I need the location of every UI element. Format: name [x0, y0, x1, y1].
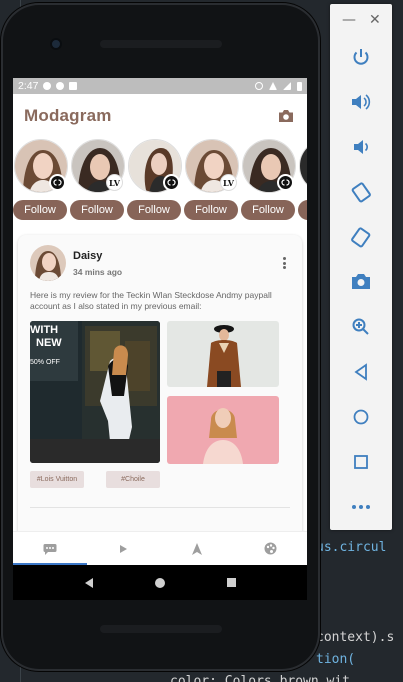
post-image-storefront[interactable]: WITH NEW 50% OFF — [30, 321, 160, 463]
person-photo — [30, 245, 66, 281]
chanel-icon — [167, 179, 176, 186]
system-navigation-bar — [13, 565, 307, 600]
rotate-right-button[interactable] — [330, 222, 392, 252]
camera-icon — [279, 110, 293, 122]
post-author-name[interactable]: Daisy — [73, 250, 102, 262]
chanel-icon — [281, 179, 290, 186]
play-icon — [120, 544, 128, 553]
back-button[interactable] — [330, 357, 392, 387]
screenshot-button[interactable] — [330, 266, 392, 296]
front-camera — [50, 38, 62, 50]
code-line: color: Colors.brown.wit — [170, 674, 350, 682]
code-text: tion( — [316, 652, 356, 667]
app-bar: Modagram — [13, 94, 307, 138]
post-image-coat[interactable] — [167, 321, 279, 387]
code-text: context).s — [316, 630, 395, 645]
code-line: us.circul — [316, 540, 386, 555]
post-timestamp: 34 mins ago — [73, 267, 123, 277]
follow-button[interactable]: Follow — [127, 200, 181, 220]
follow-button[interactable]: Follow — [70, 200, 124, 220]
follow-button[interactable] — [298, 200, 307, 220]
home-circle-icon[interactable] — [154, 577, 166, 589]
follow-button[interactable]: Follow — [184, 200, 238, 220]
emulator-toolbar: — ✕ — [330, 4, 392, 530]
post-body-text: Here is my review for the Teckin Wlan St… — [30, 290, 272, 311]
follow-button[interactable]: Follow — [13, 200, 67, 220]
stories-row: Follow LV Follow Follow LV Follow Follow — [13, 138, 307, 224]
overview-square-icon — [354, 455, 368, 469]
palette-icon — [264, 542, 277, 555]
promo-line: NEW — [36, 337, 62, 349]
brand-badge-louis-vuitton: LV — [106, 174, 123, 191]
back-triangle-icon — [354, 363, 367, 381]
author-avatar[interactable] — [30, 245, 66, 281]
code-line: tion( — [316, 652, 355, 667]
more-button[interactable] — [330, 492, 392, 522]
chanel-icon — [53, 179, 62, 186]
home-circle-icon — [353, 409, 369, 425]
zoom-button[interactable] — [330, 312, 392, 342]
power-icon — [353, 49, 369, 65]
power-button[interactable] — [330, 42, 392, 72]
code-text: color: Colors.brown.wit — [170, 674, 351, 682]
pink-photo — [167, 396, 279, 464]
more-dots-icon — [352, 505, 370, 509]
story-avatar[interactable] — [299, 139, 307, 193]
promo-text: WITH NEW 50% OFF — [30, 324, 62, 369]
hashtag-chip[interactable]: #Choile — [106, 471, 160, 488]
volume-up-button[interactable] — [330, 87, 392, 117]
mute-icon — [255, 82, 263, 90]
signal-icon — [283, 82, 291, 90]
overview-button[interactable] — [330, 447, 392, 477]
volume-down-button[interactable] — [330, 132, 392, 162]
volume-up-icon — [352, 94, 371, 110]
overview-square-icon[interactable] — [226, 577, 237, 588]
volume-down-icon — [354, 140, 368, 154]
brand-badge-chanel — [163, 174, 180, 191]
code-text: us.circul — [316, 540, 387, 555]
divider — [30, 507, 290, 508]
post-image-pink[interactable] — [167, 396, 279, 464]
settings-icon — [43, 82, 52, 90]
rotate-left-icon — [351, 182, 371, 203]
battery-icon — [297, 81, 302, 91]
nav-item-palette[interactable] — [234, 532, 308, 565]
brand-badge-louis-vuitton: LV — [220, 174, 237, 191]
follow-button[interactable]: Follow — [241, 200, 295, 220]
status-bar: 2:47 — [13, 78, 307, 94]
status-time: 2:47 — [18, 80, 39, 92]
wifi-icon — [269, 82, 277, 90]
hashtag-chip[interactable]: #Lois Vuitton — [30, 471, 84, 488]
minimize-icon[interactable]: — — [342, 12, 356, 28]
nav-item-chat[interactable] — [13, 532, 87, 565]
chat-icon — [43, 543, 57, 555]
home-button[interactable] — [330, 402, 392, 432]
rotate-right-icon — [351, 227, 371, 248]
earpiece-speaker — [100, 40, 222, 48]
shield-icon — [56, 82, 65, 90]
post-card: Daisy 34 mins ago Here is my review for … — [18, 235, 302, 565]
camera-button[interactable] — [276, 106, 296, 126]
promo-line: 50% OFF — [30, 359, 60, 366]
more-vert-icon[interactable] — [281, 257, 287, 271]
device-screen: 2:47 Modagram Follow LV Follow Follow LV… — [13, 78, 307, 600]
coat-photo — [167, 321, 279, 387]
nav-item-navigation[interactable] — [160, 532, 234, 565]
sd-card-icon — [69, 82, 78, 90]
rotate-left-button[interactable] — [330, 177, 392, 207]
zoom-in-icon — [352, 318, 369, 335]
close-icon[interactable]: ✕ — [369, 12, 381, 28]
nav-item-play[interactable] — [87, 532, 161, 565]
brand-badge-chanel — [277, 174, 294, 191]
code-line: context).s — [316, 630, 394, 645]
back-triangle-icon[interactable] — [83, 577, 95, 589]
app-title: Modagram — [24, 106, 112, 125]
navigation-icon — [191, 542, 202, 555]
bottom-navigation — [13, 531, 307, 565]
promo-line: WITH — [30, 324, 59, 336]
brand-badge-chanel — [49, 174, 66, 191]
camera-icon — [352, 274, 370, 289]
bottom-speaker — [100, 625, 222, 633]
